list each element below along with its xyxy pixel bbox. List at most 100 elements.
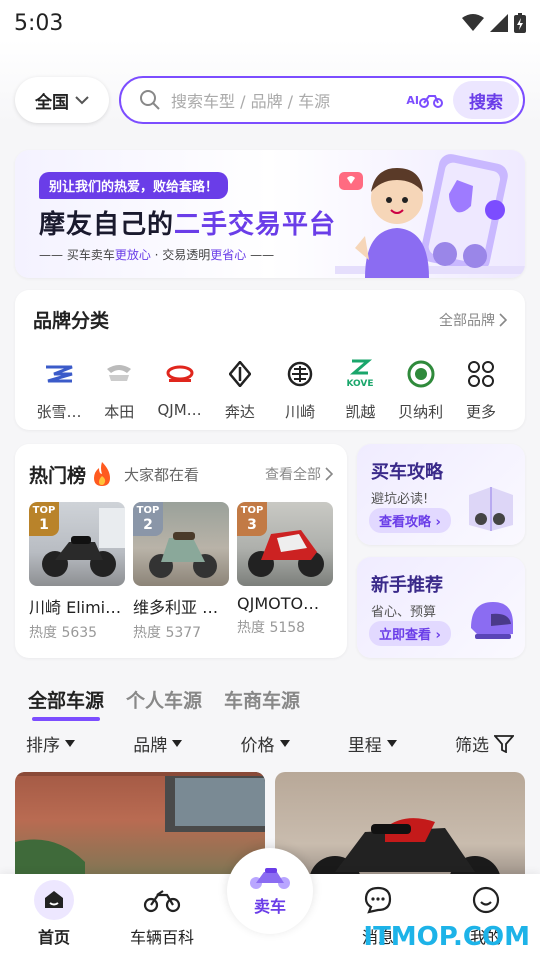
motorcycle-photo: TOP 3 xyxy=(237,502,333,586)
helmet-icon xyxy=(471,602,513,639)
hot-list-card: 热门榜 大家都在看 查看全部 TOP 1 川崎 Elimi… 热度 5635 TO xyxy=(15,444,347,658)
search-button[interactable]: 搜索 xyxy=(453,81,519,119)
hot-view-all-label: 查看全部 xyxy=(265,467,321,483)
search-icon xyxy=(140,90,160,110)
brand-card-header: 品牌分类 全部品牌 xyxy=(33,306,507,333)
ai-motorcycle-icon xyxy=(419,95,443,108)
all-brands-link[interactable]: 全部品牌 xyxy=(439,310,507,330)
brand-item-qjmotor[interactable]: QJM… xyxy=(154,355,206,422)
buying-guide-button[interactable]: 查看攻略 › xyxy=(369,508,451,533)
brand-name: 更多 xyxy=(465,403,496,421)
all-brands-label: 全部品牌 xyxy=(439,312,495,329)
brand-item-zhangxue[interactable]: 张雪… xyxy=(33,355,85,422)
chevron-right-icon xyxy=(499,312,507,327)
search-input[interactable]: 搜索车型 / 品牌 / 车源 AI 搜索 xyxy=(119,76,525,124)
caret-down-icon xyxy=(279,740,290,747)
rank-number: 3 xyxy=(247,517,257,533)
hot-item[interactable]: TOP 2 维多利亚 … 热度 5377 xyxy=(133,502,229,642)
brand-name: QJM… xyxy=(157,401,202,419)
motorcycle-photo: TOP 2 xyxy=(133,502,229,586)
hot-item[interactable]: TOP 3 QJMOTO… 热度 5158 xyxy=(237,502,333,642)
brand-item-benelli[interactable]: 贝纳利 xyxy=(395,355,447,422)
newbie-recommend-card[interactable]: 新手推荐 省心、预算 立即查看 › xyxy=(357,557,525,658)
brand-item-honda[interactable]: 本田 xyxy=(93,355,145,422)
sell-motorcycle-icon xyxy=(250,868,290,889)
benda-logo-icon xyxy=(220,355,260,393)
promo-banner[interactable]: 别让我们的热爱，败给套路！ 摩友自己的二手交易平台 —— 买车卖车更放心 · 交… xyxy=(15,150,525,278)
nav-wiki[interactable]: 车辆百科 xyxy=(117,882,207,948)
nav-wiki-label: 车辆百科 xyxy=(129,928,194,947)
banner-sub-d: 更省心 xyxy=(210,248,247,262)
brand-card-title: 品牌分类 xyxy=(33,310,110,332)
brand-row: 张雪… 本田 QJM… 奔达 川崎 KOVE 凯越 贝纳利 更多 xyxy=(33,355,507,422)
tab-dealer-listings[interactable]: 车商车源 xyxy=(224,686,300,721)
chevron-down-icon xyxy=(75,96,89,105)
rank-badge: TOP 2 xyxy=(133,502,163,536)
brand-name: 贝纳利 xyxy=(398,403,444,421)
tab-personal-listings[interactable]: 个人车源 xyxy=(126,686,202,721)
filter-button[interactable]: 筛选 xyxy=(455,731,514,756)
brand-name: 张雪… xyxy=(36,403,82,421)
brand-item-more[interactable]: 更多 xyxy=(455,355,507,422)
nav-home[interactable]: 首页 xyxy=(9,880,99,948)
mid-row: 热门榜 大家都在看 查看全部 TOP 1 川崎 Elimi… 热度 5635 TO xyxy=(15,444,525,658)
listing-tabs: 全部车源 个人车源 车商车源 xyxy=(28,686,512,721)
rank-number: 2 xyxy=(143,517,153,533)
signal-icon xyxy=(490,14,508,32)
banner-sub-a: —— 买车卖车 xyxy=(39,248,115,262)
hot-item-name: 维多利亚 … xyxy=(133,598,219,617)
brand-name: 川崎 xyxy=(285,403,316,421)
banner-title-a: 摩友自己的 xyxy=(39,210,175,240)
status-icons xyxy=(462,13,526,33)
chat-bubble-icon xyxy=(356,882,400,918)
rank-badge-text: TOP xyxy=(136,505,160,516)
buying-guide-card[interactable]: 买车攻略 避坑必读! 查看攻略 › xyxy=(357,444,525,545)
brand-item-kove[interactable]: KOVE 凯越 xyxy=(334,355,386,422)
brand-dropdown[interactable]: 品牌 xyxy=(133,731,183,756)
region-label: 全国 xyxy=(35,92,69,113)
battery-icon xyxy=(514,13,526,33)
caret-down-icon xyxy=(172,740,183,747)
filter-bar: 排序 品牌 价格 里程 筛选 xyxy=(26,731,514,756)
tab-all-listings[interactable]: 全部车源 xyxy=(28,686,104,721)
hot-view-all-link[interactable]: 查看全部 xyxy=(265,464,333,484)
kove-wordmark: KOVE xyxy=(347,379,374,389)
hot-item-heat: 热度 5377 xyxy=(133,625,202,641)
banner-tag: 别让我们的热爱，败给套路！ xyxy=(39,172,229,199)
price-label: 价格 xyxy=(240,736,275,756)
banner-sub-e: —— xyxy=(246,248,275,262)
hot-list-title: 热门榜 xyxy=(29,464,87,487)
rank-number: 1 xyxy=(39,517,49,533)
brand-filter-label: 品牌 xyxy=(133,736,168,756)
region-selector[interactable]: 全国 xyxy=(15,77,109,123)
search-row: 全国 搜索车型 / 品牌 / 车源 AI 搜索 xyxy=(15,76,525,124)
nav-home-label: 首页 xyxy=(37,928,70,947)
price-dropdown[interactable]: 价格 xyxy=(241,731,290,756)
newbie-recommend-button[interactable]: 立即查看 › xyxy=(369,621,451,646)
filter-label: 筛选 xyxy=(455,736,489,756)
mascot-illustration xyxy=(335,154,525,278)
hot-item[interactable]: TOP 1 川崎 Elimi… 热度 5635 xyxy=(29,502,125,642)
brand-category-card: 品牌分类 全部品牌 张雪… 本田 QJM… 奔达 川崎 KOVE 凯越 贝纳利 … xyxy=(15,290,525,430)
top-area: 全国 搜索车型 / 品牌 / 车源 AI 搜索 xyxy=(0,40,540,124)
sell-button[interactable]: 卖车 xyxy=(227,848,313,934)
mileage-dropdown[interactable]: 里程 xyxy=(348,731,397,756)
qjmotor-logo-icon xyxy=(160,355,200,393)
caret-down-icon xyxy=(65,740,75,747)
bottom-nav: 首页 车辆百科 消息 我的 卖车 ITMOP.COM xyxy=(0,848,540,960)
status-bar: 5:03 xyxy=(0,0,540,40)
hot-list-header: 热门榜 大家都在看 查看全部 xyxy=(29,460,333,488)
kawasaki-logo-icon xyxy=(280,355,320,393)
ai-search-button[interactable]: AI xyxy=(406,91,443,109)
hot-list: TOP 1 川崎 Elimi… 热度 5635 TOP 2 维多利亚 … 热度 53… xyxy=(29,502,333,642)
sort-dropdown[interactable]: 排序 xyxy=(26,731,75,756)
side-column: 买车攻略 避坑必读! 查看攻略 › 新手推荐 省心、预算 立即查看 › xyxy=(357,444,525,658)
banner-sub-b: 更放心 xyxy=(114,248,151,262)
banner-title: 摩友自己的二手交易平台 xyxy=(39,204,336,241)
honda-logo-icon xyxy=(99,355,139,393)
brand-item-benda[interactable]: 奔达 xyxy=(214,355,266,422)
sell-button-label: 卖车 xyxy=(253,897,286,916)
wifi-icon xyxy=(462,14,484,31)
brand-item-kawasaki[interactable]: 川崎 xyxy=(274,355,326,422)
more-grid-icon xyxy=(461,355,501,393)
